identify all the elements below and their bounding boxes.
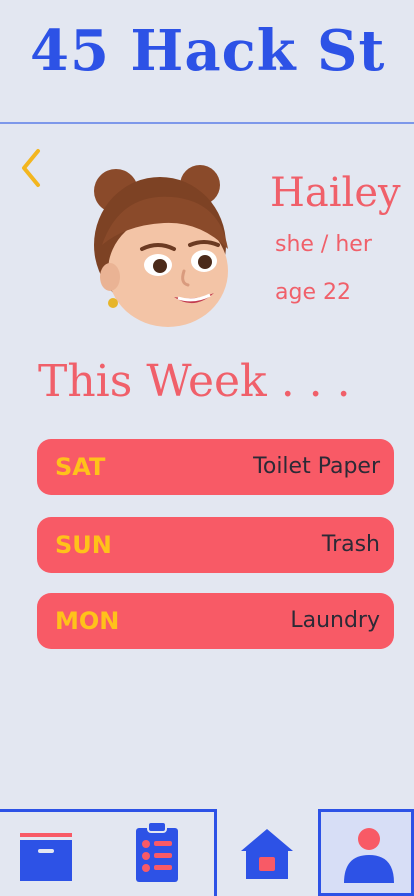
chore-task: Laundry — [290, 608, 380, 633]
tab-home[interactable] — [217, 809, 318, 896]
chore-row-sun[interactable]: SUN Trash — [37, 517, 394, 573]
chore-task: Toilet Paper — [253, 454, 380, 479]
profile-icon — [344, 828, 394, 883]
tab-checklist[interactable] — [120, 809, 200, 896]
home-icon — [241, 829, 293, 879]
chore-row-mon[interactable]: MON Laundry — [37, 593, 394, 649]
back-button[interactable] — [16, 145, 50, 191]
chore-day: SAT — [55, 453, 106, 481]
profile-age: age 22 — [275, 280, 351, 305]
section-title: This Week . . . — [38, 356, 351, 407]
header: 45 Hack St — [0, 0, 414, 124]
profile-pronouns: she / her — [275, 232, 372, 257]
chore-row-sat[interactable]: SAT Toilet Paper — [37, 439, 394, 495]
chore-day: SUN — [55, 531, 112, 559]
chevron-left-icon — [22, 149, 40, 187]
chore-day: MON — [55, 607, 120, 635]
checklist-icon — [136, 822, 178, 882]
profile-name: Hailey — [270, 170, 401, 216]
chore-task: Trash — [321, 532, 380, 557]
tab-calendar[interactable] — [0, 809, 100, 896]
page-title: 45 Hack St — [30, 18, 386, 84]
tab-profile[interactable] — [318, 809, 414, 896]
avatar — [80, 165, 240, 335]
calendar-icon — [20, 833, 72, 881]
tab-bar — [0, 809, 414, 896]
